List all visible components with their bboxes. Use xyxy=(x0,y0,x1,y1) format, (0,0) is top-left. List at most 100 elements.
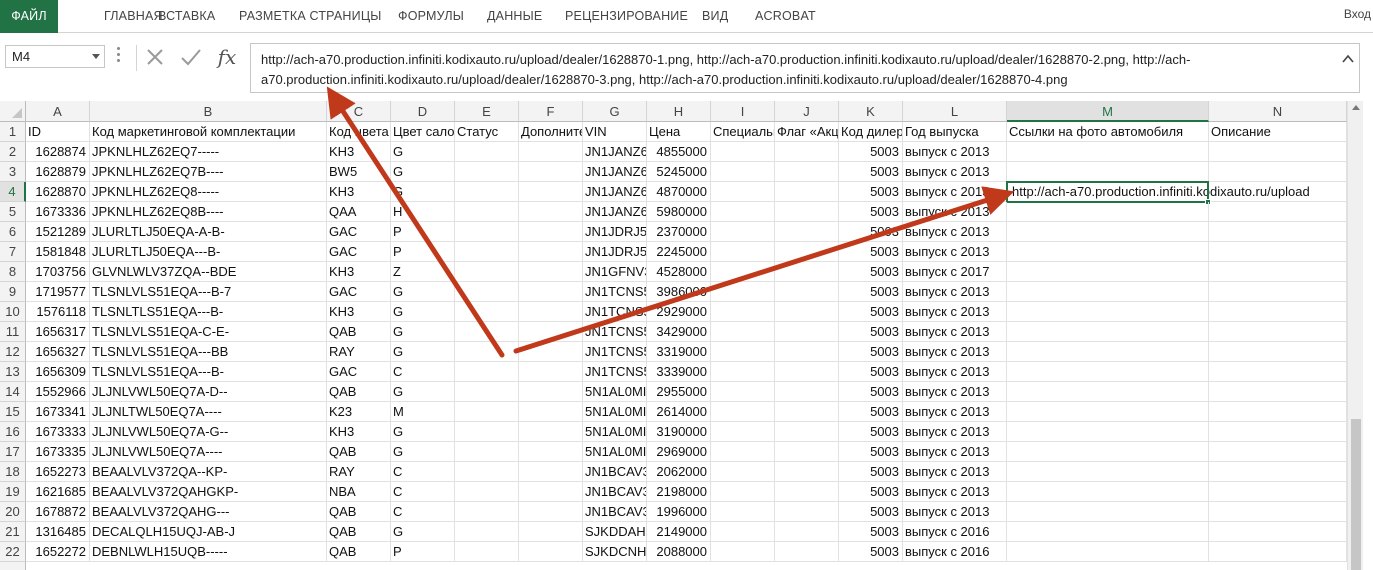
table-cell[interactable]: 2245000 xyxy=(647,242,711,262)
table-cell[interactable]: C xyxy=(391,362,455,382)
header-cell[interactable]: Код цвета xyxy=(327,122,391,142)
table-cell[interactable]: M xyxy=(391,402,455,422)
table-cell[interactable]: 5003 xyxy=(839,442,903,462)
table-cell[interactable]: 5980000 xyxy=(647,202,711,222)
row-header[interactable]: 1 xyxy=(0,122,26,142)
table-cell[interactable] xyxy=(775,202,839,222)
table-cell[interactable]: JLJNLVWL50EQ7A-G-- xyxy=(90,422,327,442)
table-cell[interactable] xyxy=(519,282,583,302)
table-cell[interactable]: 1656309 xyxy=(26,362,90,382)
table-cell[interactable]: G xyxy=(391,522,455,542)
table-cell[interactable]: JN1JANZ6 xyxy=(583,162,647,182)
table-cell[interactable]: 1628879 xyxy=(26,162,90,182)
table-cell[interactable]: 4855000 xyxy=(647,142,711,162)
column-header-f[interactable]: F xyxy=(519,101,583,122)
table-cell[interactable]: C xyxy=(391,502,455,522)
table-cell[interactable] xyxy=(455,462,519,482)
table-cell[interactable]: 3429000 xyxy=(647,322,711,342)
row-header[interactable]: 2 xyxy=(0,142,26,162)
table-cell[interactable] xyxy=(775,362,839,382)
table-cell[interactable] xyxy=(455,342,519,362)
table-cell[interactable]: P xyxy=(391,222,455,242)
column-header-a[interactable]: A xyxy=(26,101,90,122)
row-header[interactable]: 17 xyxy=(0,442,26,462)
table-cell[interactable] xyxy=(455,442,519,462)
table-cell[interactable] xyxy=(1209,362,1347,382)
table-cell[interactable]: 2614000 xyxy=(647,402,711,422)
tab-formulas[interactable]: ФОРМУЛЫ xyxy=(398,0,464,33)
table-cell[interactable]: JN1JANZ6 xyxy=(583,202,647,222)
row-header[interactable]: 3 xyxy=(0,162,26,182)
column-header-b[interactable]: B xyxy=(90,101,327,122)
table-cell[interactable]: 5003 xyxy=(839,162,903,182)
table-cell[interactable]: JLURLTLJ50EQA-A-B- xyxy=(90,222,327,242)
table-cell[interactable]: выпуск с 2016 xyxy=(903,542,1007,562)
table-cell[interactable]: выпуск с 2017 xyxy=(903,262,1007,282)
table-cell[interactable]: 1521289 xyxy=(26,222,90,242)
table-cell[interactable]: 1581848 xyxy=(26,242,90,262)
table-cell[interactable] xyxy=(519,162,583,182)
scroll-up-icon[interactable] xyxy=(1352,105,1360,110)
header-cell[interactable]: Цвет салона xyxy=(391,122,455,142)
table-cell[interactable]: 2198000 xyxy=(647,482,711,502)
table-cell[interactable]: 1678872 xyxy=(26,502,90,522)
tab-data[interactable]: ДАННЫЕ xyxy=(487,0,542,33)
table-cell[interactable]: 1628874 xyxy=(26,142,90,162)
table-cell[interactable] xyxy=(711,422,775,442)
table-cell[interactable] xyxy=(519,362,583,382)
table-cell[interactable]: выпуск с 2013 xyxy=(903,242,1007,262)
table-cell[interactable] xyxy=(1209,242,1347,262)
table-cell[interactable] xyxy=(1209,202,1347,222)
table-cell[interactable]: KH3 xyxy=(327,262,391,282)
table-cell[interactable]: выпуск с 2013 xyxy=(903,202,1007,222)
table-cell[interactable] xyxy=(519,502,583,522)
table-cell[interactable] xyxy=(1007,142,1209,162)
table-cell[interactable] xyxy=(1209,402,1347,422)
table-cell[interactable]: JN1BCAV3 xyxy=(583,462,647,482)
table-cell[interactable] xyxy=(519,482,583,502)
table-cell[interactable]: 2062000 xyxy=(647,462,711,482)
table-cell[interactable]: Z xyxy=(391,262,455,282)
table-cell[interactable]: JN1TCNS5 xyxy=(583,362,647,382)
table-cell[interactable]: 5003 xyxy=(839,422,903,442)
table-cell[interactable] xyxy=(1007,322,1209,342)
tab-review[interactable]: РЕЦЕНЗИРОВАНИЕ xyxy=(565,0,688,33)
table-cell[interactable] xyxy=(711,202,775,222)
enter-button[interactable] xyxy=(176,43,206,71)
table-cell[interactable]: 1621685 xyxy=(26,482,90,502)
table-cell[interactable]: JN1TCNS5 xyxy=(583,322,647,342)
table-cell[interactable] xyxy=(455,262,519,282)
table-cell[interactable] xyxy=(1007,382,1209,402)
row-header[interactable]: 7 xyxy=(0,242,26,262)
table-cell[interactable] xyxy=(455,542,519,562)
table-cell[interactable] xyxy=(775,282,839,302)
table-cell[interactable]: 5N1AL0MI xyxy=(583,382,647,402)
table-cell[interactable] xyxy=(1007,262,1209,282)
table-cell[interactable] xyxy=(519,142,583,162)
table-cell[interactable] xyxy=(775,402,839,422)
table-cell[interactable] xyxy=(711,342,775,362)
table-cell[interactable] xyxy=(1209,162,1347,182)
table-cell[interactable] xyxy=(455,502,519,522)
table-cell[interactable]: RAY xyxy=(327,342,391,362)
table-cell[interactable] xyxy=(519,382,583,402)
table-cell[interactable] xyxy=(1007,502,1209,522)
table-cell[interactable] xyxy=(455,522,519,542)
header-cell[interactable]: VIN xyxy=(583,122,647,142)
table-cell[interactable]: C xyxy=(391,482,455,502)
table-cell[interactable]: BEAALVLV372QA--KP- xyxy=(90,462,327,482)
column-header-k[interactable]: K xyxy=(839,101,903,122)
column-header-g[interactable]: G xyxy=(583,101,647,122)
table-cell[interactable]: выпуск с 2013 xyxy=(903,442,1007,462)
table-cell[interactable]: JLJNLVWL50EQ7A---- xyxy=(90,442,327,462)
table-cell[interactable]: JN1TCNS5 xyxy=(583,302,647,322)
table-cell[interactable] xyxy=(455,242,519,262)
table-cell[interactable]: QAB xyxy=(327,442,391,462)
table-cell[interactable]: выпуск с 2013 xyxy=(903,482,1007,502)
table-cell[interactable] xyxy=(1007,302,1209,322)
table-cell[interactable]: JN1TCNS5 xyxy=(583,342,647,362)
table-cell[interactable]: 1996000 xyxy=(647,502,711,522)
table-cell[interactable]: KH3 xyxy=(327,182,391,202)
table-cell[interactable] xyxy=(775,182,839,202)
table-cell[interactable] xyxy=(1007,202,1209,222)
